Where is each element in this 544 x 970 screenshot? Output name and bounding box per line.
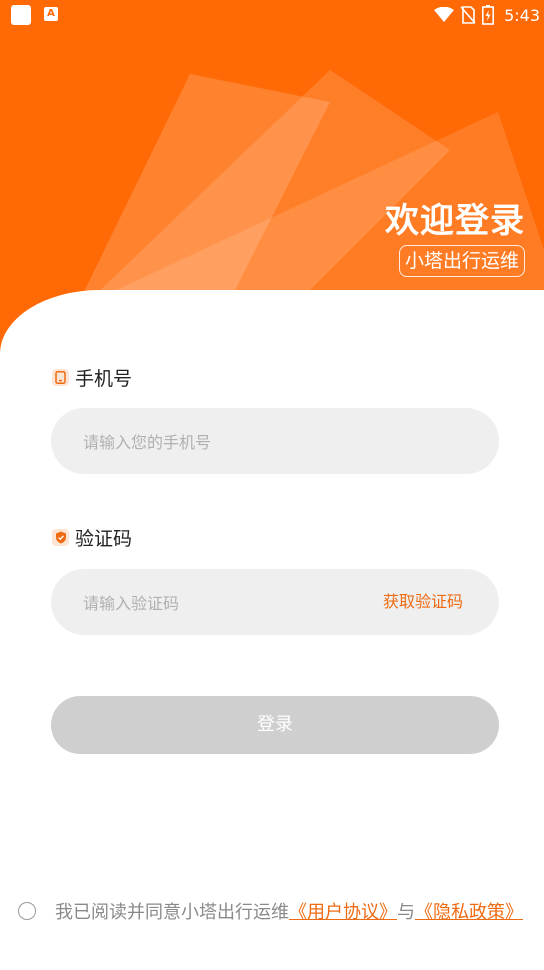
no-sim-icon — [460, 6, 476, 24]
notification-square-icon — [11, 5, 31, 25]
phone-input[interactable] — [81, 408, 365, 476]
status-bar: A 5:43 — [0, 0, 544, 30]
privacy-policy-link[interactable]: 《隐私政策》 — [415, 902, 523, 923]
user-agreement-link[interactable]: 《用户协议》 — [289, 902, 397, 923]
code-input-container: 获取验证码 — [51, 569, 499, 637]
phone-label-text: 手机号 — [75, 368, 133, 390]
shield-icon — [52, 529, 69, 546]
phone-input-container — [51, 408, 499, 476]
status-icons: 5:43 — [434, 4, 540, 26]
code-label-text: 验证码 — [75, 528, 133, 550]
app-notification-icon: A — [44, 7, 58, 21]
agreement-middle: 与 — [397, 902, 415, 923]
get-code-button[interactable]: 获取验证码 — [383, 569, 463, 635]
phone-label: 手机号 — [52, 364, 132, 391]
status-time: 5:43 — [504, 5, 540, 25]
agreement-text: 我已阅读并同意小塔出行运维《用户协议》与《隐私政策》 — [55, 900, 535, 925]
wifi-icon — [434, 7, 455, 22]
welcome-title: 欢迎登录 — [385, 201, 525, 241]
agreement-checkbox[interactable] — [18, 902, 36, 920]
login-button[interactable]: 登录 — [51, 696, 499, 754]
code-label: 验证码 — [52, 524, 132, 551]
code-input[interactable] — [81, 569, 365, 637]
agreement-prefix: 我已阅读并同意小塔出行运维 — [55, 902, 289, 923]
battery-charging-icon — [482, 5, 495, 25]
app-subtitle-badge: 小塔出行运维 — [398, 245, 525, 277]
phone-icon — [52, 369, 69, 386]
